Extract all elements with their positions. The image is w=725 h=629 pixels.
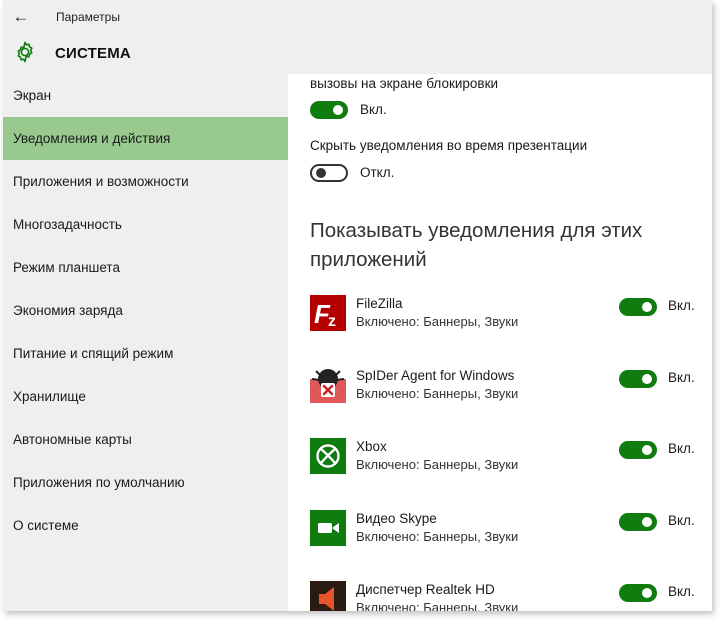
- app-row-spider-agent[interactable]: SpIDer Agent for Windows Включено: Банне…: [310, 367, 702, 419]
- sidebar-item-label: Многозадачность: [13, 217, 122, 232]
- hide-presentation-state: Откл.: [360, 165, 395, 180]
- app-status: Включено: Баннеры, Звуки: [356, 600, 519, 611]
- app-status: Включено: Баннеры, Звуки: [356, 386, 519, 401]
- app-toggle-spider-agent[interactable]: [619, 370, 657, 388]
- page-title: СИСТЕМА: [55, 45, 131, 62]
- sidebar-item-label: Питание и спящий режим: [13, 346, 174, 361]
- sidebar-item-power-sleep[interactable]: Питание и спящий режим: [3, 332, 288, 375]
- sidebar-item-label: Уведомления и действия: [13, 131, 171, 146]
- sidebar-item-display[interactable]: Экран: [3, 74, 288, 117]
- sidebar-item-notifications[interactable]: Уведомления и действия: [3, 117, 288, 160]
- page-header: СИСТЕМА: [3, 34, 712, 74]
- app-toggle-xbox[interactable]: [619, 441, 657, 459]
- lockscreen-calls-state: Вкл.: [360, 102, 387, 117]
- app-toggle-state: Вкл.: [668, 370, 695, 385]
- realtek-speaker-icon: [310, 581, 346, 611]
- hide-presentation-toggle[interactable]: [310, 164, 348, 182]
- lockscreen-calls-label: вызовы на экране блокировки: [310, 76, 499, 91]
- gear-icon: [17, 41, 33, 63]
- app-row-xbox[interactable]: Xbox Включено: Баннеры, Звуки Вкл.: [310, 438, 702, 490]
- app-name: Диспетчер Realtek HD: [356, 582, 495, 597]
- app-toggle-state: Вкл.: [668, 441, 695, 456]
- svg-text:z: z: [328, 313, 336, 330]
- app-name: Xbox: [356, 439, 387, 454]
- back-arrow-icon: ←: [12, 7, 30, 26]
- sidebar-item-battery-saver[interactable]: Экономия заряда: [3, 289, 288, 332]
- sidebar-item-about[interactable]: О системе: [3, 504, 288, 547]
- apps-notifications-heading: Показывать уведомления для этих приложен…: [310, 219, 643, 271]
- app-row-realtek-hd[interactable]: Диспетчер Realtek HD Включено: Баннеры, …: [310, 581, 702, 611]
- app-status: Включено: Баннеры, Звуки: [356, 314, 519, 329]
- lockscreen-calls-toggle[interactable]: [310, 101, 348, 119]
- xbox-icon: [310, 438, 346, 474]
- sidebar-item-label: Экономия заряда: [13, 303, 123, 318]
- sidebar-item-label: Автономные карты: [13, 432, 132, 447]
- back-button[interactable]: ←: [9, 5, 33, 29]
- sidebar-item-label: Режим планшета: [13, 260, 120, 275]
- sidebar-item-label: Экран: [13, 88, 52, 103]
- app-status: Включено: Баннеры, Звуки: [356, 529, 519, 544]
- app-toggle-state: Вкл.: [668, 584, 695, 599]
- app-row-filezilla[interactable]: F z FileZilla Включено: Баннеры, Звуки В…: [310, 295, 702, 347]
- settings-content: вызовы на экране блокировки Вкл. Скрыть …: [288, 74, 712, 611]
- app-name: FileZilla: [356, 296, 403, 311]
- sidebar-item-apps-features[interactable]: Приложения и возможности: [3, 160, 288, 203]
- hide-presentation-label: Скрыть уведомления во время презентации: [310, 138, 588, 153]
- sidebar-item-storage[interactable]: Хранилище: [3, 375, 288, 418]
- sidebar-item-default-apps[interactable]: Приложения по умолчанию: [3, 461, 288, 504]
- app-name: SpIDer Agent for Windows: [356, 368, 515, 383]
- sidebar-item-label: Приложения по умолчанию: [13, 475, 185, 490]
- title-bar: ← Параметры: [3, 0, 712, 34]
- app-row-skype-video[interactable]: Видео Skype Включено: Баннеры, Звуки Вкл…: [310, 510, 702, 562]
- window-title: Параметры: [56, 10, 120, 24]
- skype-video-icon: [310, 510, 346, 546]
- sidebar-item-label: Хранилище: [13, 389, 86, 404]
- app-toggle-realtek-hd[interactable]: [619, 584, 657, 602]
- filezilla-icon: F z: [310, 295, 346, 331]
- app-toggle-state: Вкл.: [668, 513, 695, 528]
- sidebar: Экран Уведомления и действия Приложения …: [3, 74, 288, 611]
- sidebar-item-label: О системе: [13, 518, 79, 533]
- app-name: Видео Skype: [356, 511, 437, 526]
- sidebar-item-label: Приложения и возможности: [13, 174, 189, 189]
- sidebar-item-offline-maps[interactable]: Автономные карты: [3, 418, 288, 461]
- app-status: Включено: Баннеры, Звуки: [356, 457, 519, 472]
- settings-window: ← Параметры СИСТЕМА Экран Уведомления и …: [3, 0, 712, 611]
- app-toggle-state: Вкл.: [668, 298, 695, 313]
- sidebar-item-multitasking[interactable]: Многозадачность: [3, 203, 288, 246]
- sidebar-item-tablet-mode[interactable]: Режим планшета: [3, 246, 288, 289]
- spider-agent-icon: [310, 367, 346, 403]
- app-toggle-skype-video[interactable]: [619, 513, 657, 531]
- app-toggle-filezilla[interactable]: [619, 298, 657, 316]
